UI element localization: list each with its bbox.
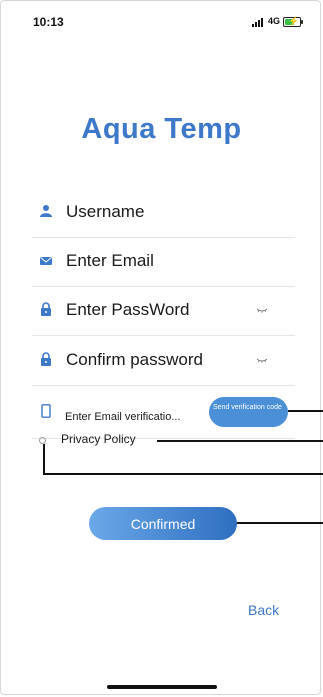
user-icon: [40, 205, 52, 217]
password-placeholder: Enter PassWord: [66, 300, 190, 319]
signal-icon: [252, 18, 266, 27]
status-bar: 10:13 4G ⚡: [0, 0, 323, 34]
privacy-checkbox[interactable]: [39, 437, 46, 444]
network-label: 4G: [268, 16, 281, 26]
username-field[interactable]: Username: [32, 190, 295, 238]
app-title: Aqua Temp: [81, 113, 242, 145]
confirm-password-placeholder: Confirm password: [66, 350, 203, 369]
callout-line: [288, 410, 323, 412]
callout-line: [157, 440, 323, 442]
email-placeholder: Enter Email: [66, 251, 154, 270]
eye-closed-icon[interactable]: [257, 358, 267, 364]
callout-line: [43, 444, 45, 474]
home-indicator: [107, 685, 217, 689]
lock-icon: [41, 352, 51, 366]
send-verification-code-button[interactable]: Send verification code: [209, 397, 288, 427]
callout-line: [43, 473, 323, 475]
lock-icon: [41, 302, 51, 316]
status-time: 10:13: [33, 15, 64, 29]
password-field[interactable]: Enter PassWord: [32, 288, 295, 336]
callout-line: [236, 522, 323, 524]
username-placeholder: Username: [66, 202, 145, 221]
battery-icon: ⚡: [283, 16, 303, 27]
mail-icon: [40, 257, 52, 265]
phone-icon: [41, 404, 51, 418]
privacy-policy-link[interactable]: Privacy Policy: [61, 432, 136, 446]
back-link[interactable]: Back: [248, 602, 279, 618]
eye-closed-icon[interactable]: [257, 308, 267, 314]
email-field[interactable]: Enter Email: [32, 239, 295, 287]
confirm-password-field[interactable]: Confirm password: [32, 338, 295, 386]
confirmed-button[interactable]: Confirmed: [89, 507, 237, 540]
verification-code-placeholder: Enter Email verificatio...: [65, 411, 181, 423]
